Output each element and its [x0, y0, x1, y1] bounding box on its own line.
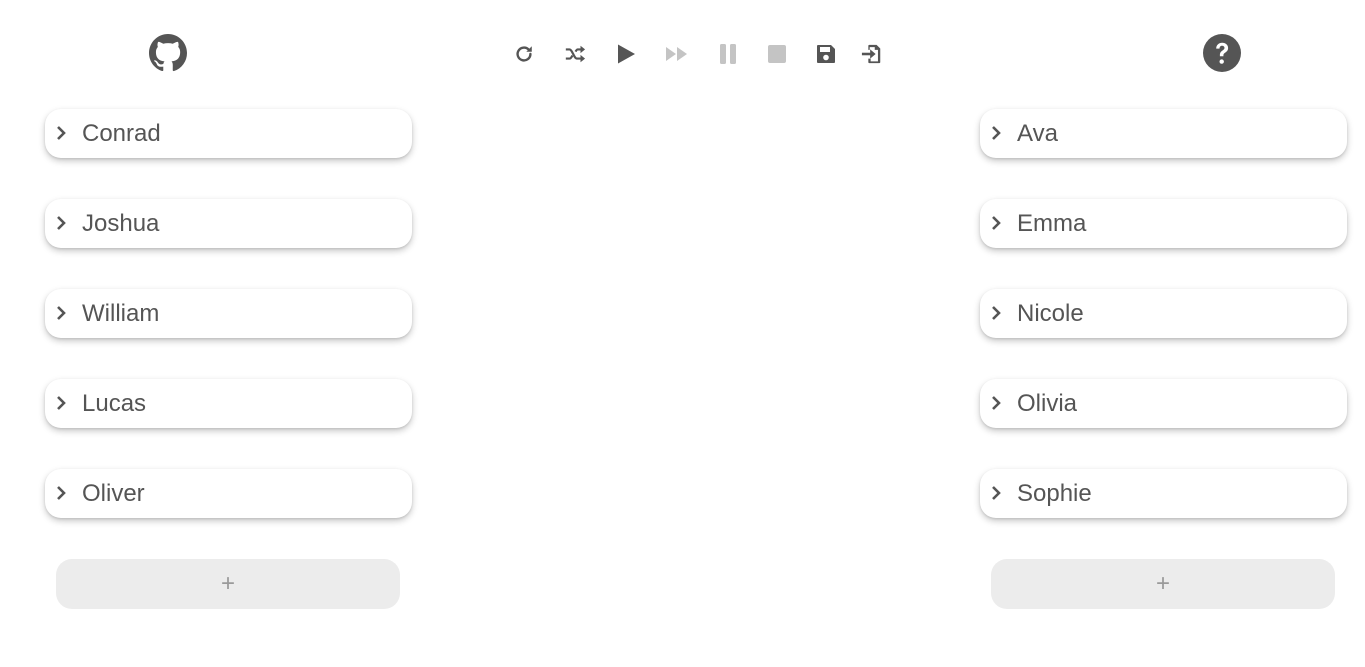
save-icon [817, 45, 835, 63]
list-item-label: Oliver [82, 480, 145, 507]
add-right-item-button[interactable]: + [991, 559, 1335, 609]
question-circle-icon [1203, 34, 1241, 72]
redo-icon [516, 46, 532, 62]
pause-button[interactable] [712, 38, 744, 70]
github-icon [149, 34, 187, 72]
left-list: Conrad Joshua William Lucas Oliver [45, 109, 412, 559]
list-item[interactable]: Joshua [45, 199, 412, 248]
chevron-right-icon [57, 216, 66, 230]
list-item-label: Nicole [1017, 300, 1084, 327]
chevron-right-icon [992, 486, 1001, 500]
play-button[interactable] [610, 38, 642, 70]
list-item-label: Emma [1017, 210, 1087, 237]
pause-icon [720, 44, 736, 64]
list-item-label: Joshua [82, 210, 160, 237]
shuffle-icon [565, 45, 586, 63]
chevron-right-icon [57, 306, 66, 320]
save-button[interactable] [810, 38, 842, 70]
add-left-item-button[interactable]: + [56, 559, 400, 609]
restart-button[interactable] [508, 38, 540, 70]
stop-button[interactable] [761, 38, 793, 70]
play-icon [618, 44, 635, 64]
list-item[interactable]: William [45, 289, 412, 338]
fast-forward-icon [666, 47, 687, 61]
fast-forward-button[interactable] [661, 38, 693, 70]
list-item-label: Conrad [82, 120, 161, 147]
list-item[interactable]: Emma [980, 199, 1347, 248]
github-link[interactable] [148, 33, 188, 73]
playback-toolbar [508, 38, 888, 70]
list-item-label: William [82, 300, 160, 327]
chevron-right-icon [992, 126, 1001, 140]
app-root: Conrad Joshua William Lucas Oliver + Ava… [0, 0, 1365, 667]
list-item[interactable]: Conrad [45, 109, 412, 158]
list-item[interactable]: Olivia [980, 379, 1347, 428]
list-item-label: Sophie [1017, 480, 1092, 507]
shuffle-button[interactable] [559, 38, 591, 70]
list-item-label: Olivia [1017, 390, 1078, 417]
import-icon [861, 44, 881, 64]
import-button[interactable] [856, 38, 888, 70]
list-item-label: Lucas [82, 390, 147, 417]
chevron-right-icon [57, 486, 66, 500]
list-item[interactable]: Nicole [980, 289, 1347, 338]
help-button[interactable] [1202, 33, 1242, 73]
list-item-label: Ava [1017, 120, 1058, 147]
right-list: Ava Emma Nicole Olivia Sophie [980, 109, 1347, 559]
stop-icon [768, 45, 786, 63]
chevron-right-icon [992, 306, 1001, 320]
chevron-right-icon [992, 216, 1001, 230]
list-item[interactable]: Oliver [45, 469, 412, 518]
list-item[interactable]: Sophie [980, 469, 1347, 518]
chevron-right-icon [57, 126, 66, 140]
list-item[interactable]: Lucas [45, 379, 412, 428]
chevron-right-icon [992, 396, 1001, 410]
chevron-right-icon [57, 396, 66, 410]
list-item[interactable]: Ava [980, 109, 1347, 158]
